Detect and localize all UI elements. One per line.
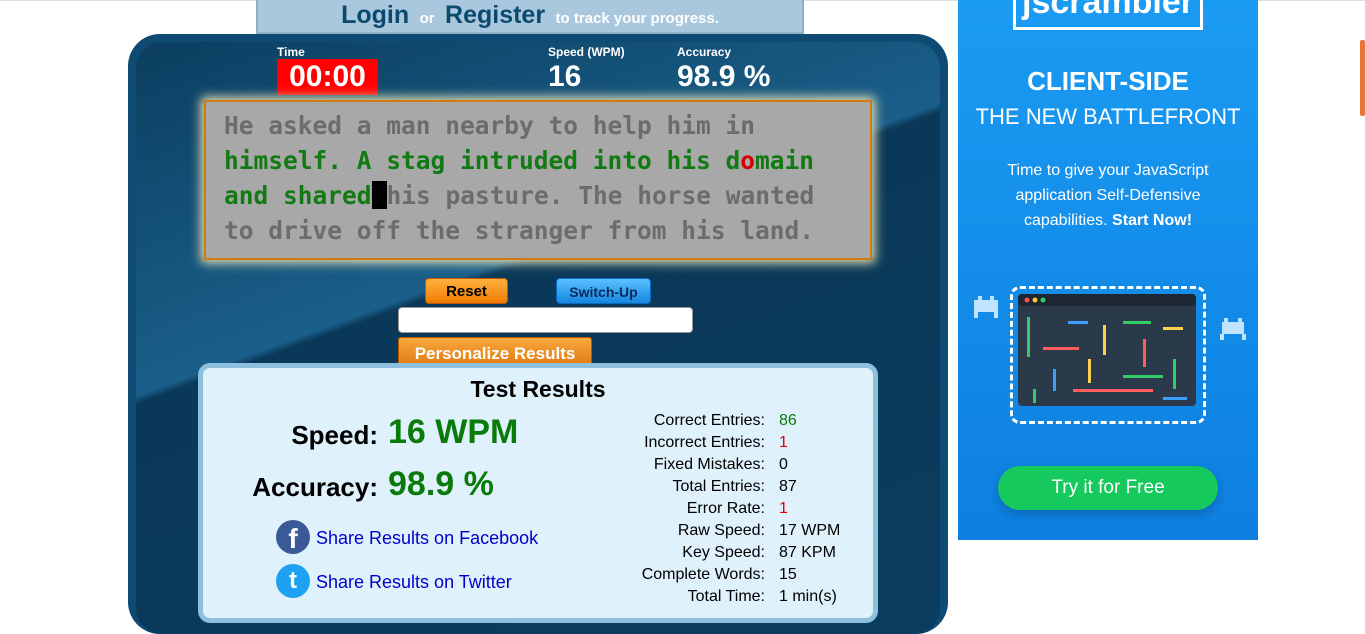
result-row-label: Total Time: <box>687 588 765 605</box>
results-speed-label: Speed: <box>291 420 378 450</box>
passage-line-1: He asked a man nearby to help him in <box>224 111 756 140</box>
ad-browser-illustration <box>1010 286 1206 424</box>
share-twitter-link[interactable]: Share Results on Twitter <box>316 572 512 593</box>
results-speed-value: 16 WPM <box>388 413 519 451</box>
result-row-value: 1 min(s) <box>779 588 837 605</box>
typed-text-line-2a: himself. A stag intruded into his d <box>224 146 741 175</box>
reset-button[interactable]: Reset <box>425 278 508 304</box>
result-row-value: 87 <box>779 478 797 495</box>
accuracy-label: Accuracy <box>677 45 732 59</box>
login-link[interactable]: Login <box>341 1 409 29</box>
cursor-block <box>371 181 387 209</box>
results-accuracy-label: Accuracy: <box>252 472 378 502</box>
result-row-value: 17 WPM <box>779 522 841 539</box>
typed-text-line-3: and shared <box>224 181 372 210</box>
result-row-label: Raw Speed: <box>677 522 765 539</box>
accuracy-value: 98.9 % <box>677 60 771 93</box>
result-row: Complete Words: 15 <box>595 566 875 588</box>
result-row-label: Total Entries: <box>672 478 765 495</box>
result-row: Total Entries: 87 <box>595 478 875 500</box>
twitter-icon[interactable]: t <box>276 564 310 598</box>
speed-label: Speed (WPM) <box>548 45 625 59</box>
register-link[interactable]: Register <box>445 1 545 29</box>
result-row-value: 1 <box>779 434 788 451</box>
facebook-icon[interactable]: f <box>276 520 310 554</box>
result-row: Total Time: 1 min(s) <box>595 588 875 610</box>
ad-subheadline: THE NEW BATTLEFRONT <box>975 104 1241 129</box>
typing-passage: He asked a man nearby to help him in him… <box>204 100 872 260</box>
result-row-value: 0 <box>779 456 788 473</box>
result-row-value: 87 KPM <box>779 544 836 561</box>
result-row-label: Key Speed: <box>682 544 765 561</box>
result-row-label: Incorrect Entries: <box>644 434 765 451</box>
scrollbar-thumb[interactable] <box>1360 40 1365 116</box>
error-character: o <box>740 146 756 175</box>
switch-up-button[interactable]: Switch-Up <box>556 278 651 304</box>
result-row-value: 15 <box>779 566 797 583</box>
result-row: Key Speed: 87 KPM <box>595 544 875 566</box>
login-banner: Login or Register to track your progress… <box>256 0 804 34</box>
login-suffix-text: to track your progress. <box>555 10 719 27</box>
result-row: Incorrect Entries: 1 <box>595 434 875 456</box>
jscrambler-ad[interactable]: jscrambler CLIENT-SIDE THE NEW BATTLEFRO… <box>958 0 1258 540</box>
ad-body-bold: Start Now! <box>1112 212 1193 229</box>
result-row-label: Error Rate: <box>686 500 765 517</box>
result-row: Raw Speed: 17 WPM <box>595 522 875 544</box>
or-text: or <box>419 10 435 27</box>
results-accuracy-value: 98.9 % <box>388 465 494 503</box>
typing-input[interactable] <box>398 307 693 333</box>
result-row: Correct Entries: 86 <box>595 412 875 434</box>
try-free-button[interactable]: Try it for Free <box>998 466 1218 510</box>
ad-headline: CLIENT-SIDE <box>1027 66 1189 96</box>
result-row-value: 1 <box>779 500 788 517</box>
time-label: Time <box>277 45 305 59</box>
result-row: Fixed Mistakes: 0 <box>595 456 875 478</box>
typed-text-line-2b: main <box>755 146 815 175</box>
results-title: Test Results <box>470 376 606 402</box>
result-row-label: Correct Entries: <box>653 412 765 429</box>
result-row: Error Rate: 1 <box>595 500 875 522</box>
passage-line-3-rest: his pasture. The horse wanted <box>386 181 815 210</box>
space-invader-left-icon <box>974 296 998 318</box>
passage-line-4: to drive off the stranger from his land. <box>224 216 815 245</box>
test-results-panel: Test Results Speed: 16 WPM Accuracy: 98.… <box>198 363 878 623</box>
speed-value: 16 <box>548 60 582 93</box>
maze-illustration <box>1018 294 1196 406</box>
ad-logo: jscrambler <box>1013 0 1203 30</box>
result-row-label: Fixed Mistakes: <box>653 456 765 473</box>
timer-display: 00:00 <box>277 59 378 95</box>
result-row-label: Complete Words: <box>641 566 765 583</box>
result-row-value: 86 <box>779 412 797 429</box>
ad-body: Time to give your JavaScript application… <box>978 158 1238 233</box>
space-invader-right-icon <box>1220 318 1246 340</box>
share-facebook-link[interactable]: Share Results on Facebook <box>316 528 538 549</box>
